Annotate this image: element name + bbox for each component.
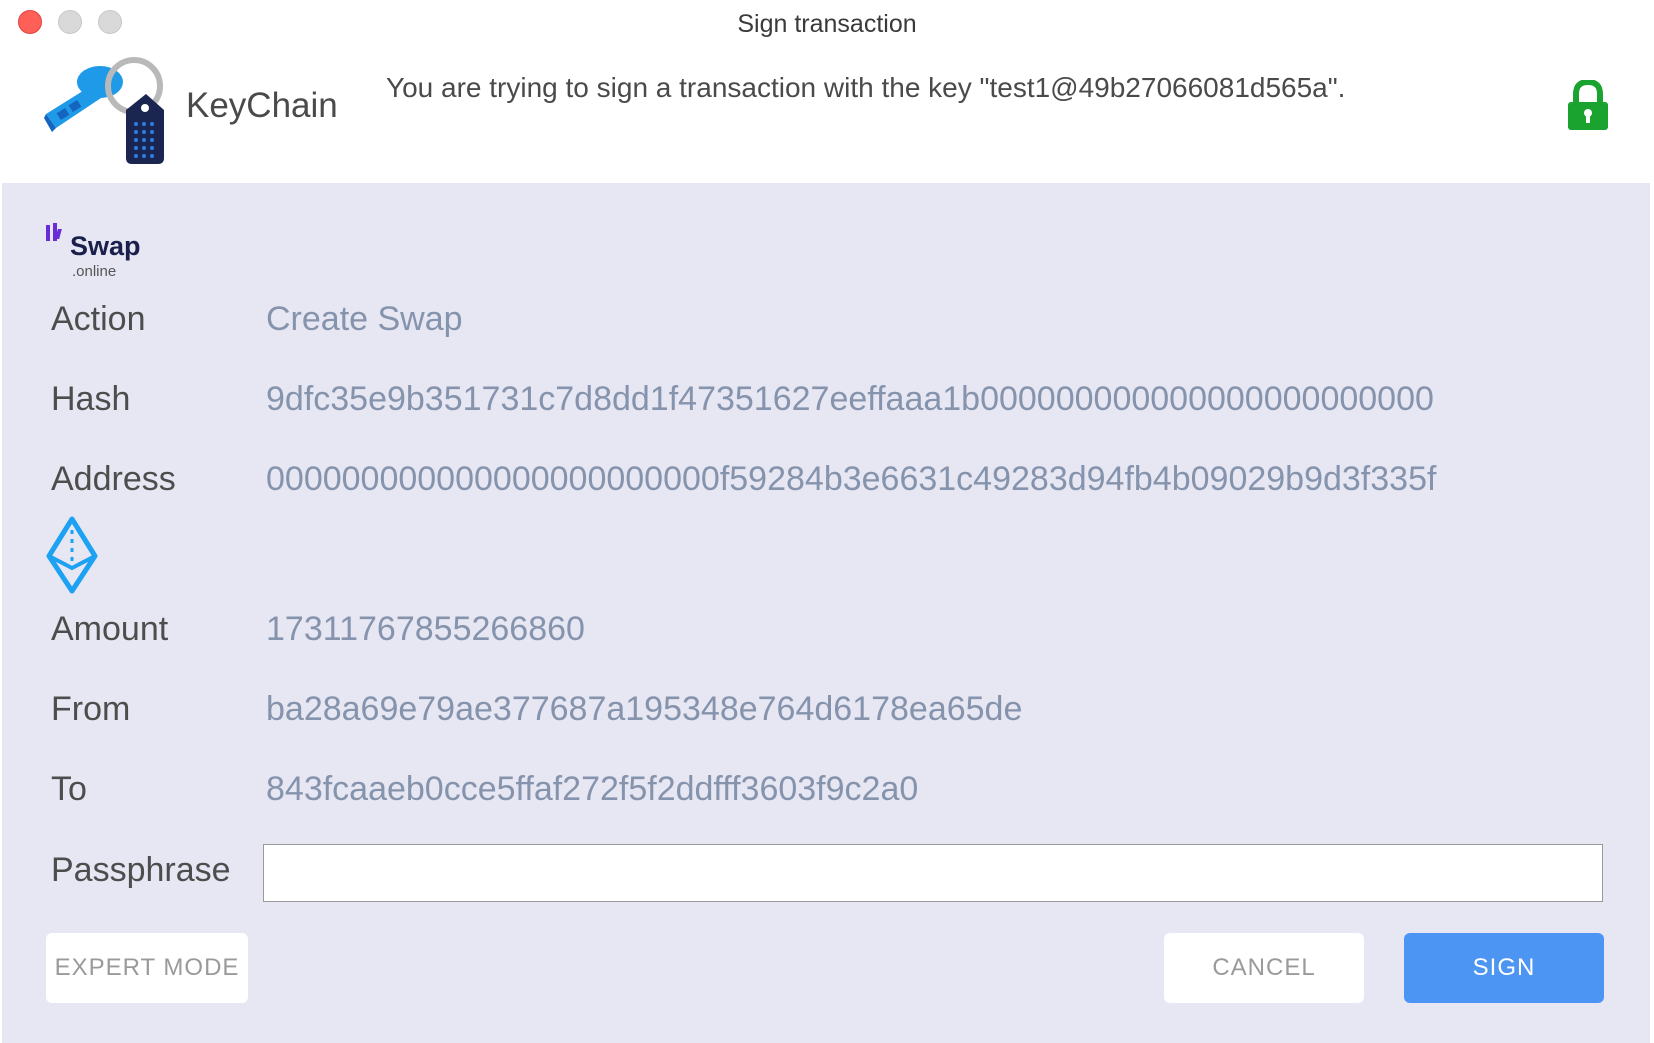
window-title: Sign transaction bbox=[737, 10, 917, 38]
hash-value: 9dfc35e9b351731c7d8dd1f47351627eeffaaa1b… bbox=[266, 380, 1434, 418]
swap-logo-name: Swap bbox=[70, 231, 141, 261]
transaction-panel: Swap .online Action Create Swap Hash 9df… bbox=[2, 183, 1650, 1043]
passphrase-input[interactable] bbox=[263, 844, 1603, 902]
swap-logo-domain: .online bbox=[72, 263, 117, 280]
action-label: Action bbox=[51, 300, 146, 338]
app-name: KeyChain bbox=[186, 86, 338, 125]
keychain-logo-icon bbox=[44, 57, 164, 164]
swap-online-logo: Swap .online bbox=[44, 221, 164, 283]
from-label: From bbox=[51, 690, 131, 728]
to-value: 843fcaaeb0cce5ffaf272f5f2ddfff3603f9c2a0 bbox=[266, 770, 919, 808]
hash-label: Hash bbox=[51, 380, 131, 418]
passphrase-label: Passphrase bbox=[51, 851, 231, 889]
title-bar: Sign transaction bbox=[0, 0, 1654, 48]
cancel-button[interactable]: CANCEL bbox=[1164, 933, 1364, 1003]
address-value: 000000000000000000000000f59284b3e6631c49… bbox=[266, 460, 1437, 498]
action-value: Create Swap bbox=[266, 300, 463, 338]
sign-transaction-window: Sign transaction KeyChain You are trying… bbox=[0, 0, 1654, 1043]
swap-mark-icon bbox=[46, 223, 62, 241]
header: KeyChain You are trying to sign a transa… bbox=[0, 48, 1654, 183]
ethereum-icon bbox=[46, 516, 98, 594]
address-label: Address bbox=[51, 460, 176, 498]
expert-mode-button[interactable]: EXPERT MODE bbox=[46, 933, 248, 1003]
signing-message: You are trying to sign a transaction wit… bbox=[386, 72, 1346, 103]
sign-button[interactable]: SIGN bbox=[1404, 933, 1604, 1003]
amount-value: 17311767855266860 bbox=[266, 610, 585, 648]
lock-icon bbox=[1568, 80, 1608, 130]
to-label: To bbox=[51, 770, 87, 808]
amount-label: Amount bbox=[51, 610, 169, 648]
from-value: ba28a69e79ae377687a195348e764d6178ea65de bbox=[266, 690, 1023, 728]
